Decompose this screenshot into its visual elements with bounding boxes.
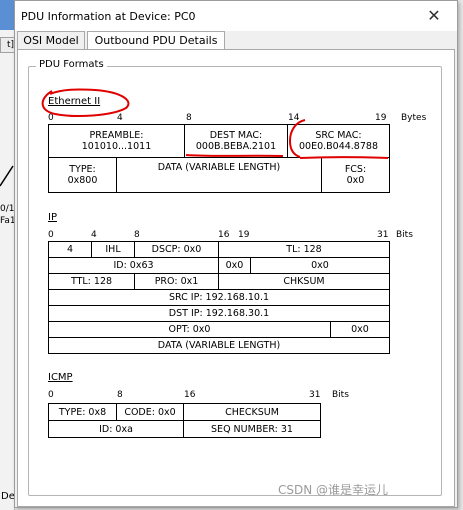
type-value: 0x800: [67, 175, 98, 186]
tab-content: PDU Formats Ethernet II 0 4 8 14 19 Byte…: [17, 49, 455, 507]
ip-ttl-field: TTL: 128: [48, 273, 135, 290]
type-label: TYPE:: [69, 164, 96, 175]
pdu-info-window: PDU Information at Device: PC0 ✕ OSI Mod…: [14, 0, 458, 508]
icmp-code-field: CODE: 0x0: [116, 403, 184, 421]
ethernet-title: Ethernet II: [48, 96, 101, 107]
ip-dst-field: DST IP: 192.168.30.1: [48, 305, 390, 322]
ethernet-tick: 8: [186, 113, 192, 123]
ethernet-data-label: DATA (VARIABLE LENGTH): [157, 162, 281, 173]
src-mac-label: SRC MAC:: [315, 130, 362, 141]
background-left-strip: [0, 0, 15, 510]
preamble-value: 101010...1011: [81, 141, 152, 152]
background-title-fragment: [0, 0, 14, 30]
preamble-field: PREAMBLE: 101010...1011: [48, 124, 185, 158]
background-label-fragment: 0/1: [0, 204, 15, 214]
ip-title: IP: [48, 212, 57, 223]
dest-mac-label: DEST MAC:: [209, 130, 263, 141]
fcs-label: FCS:: [344, 164, 367, 175]
icmp-tick: 16: [184, 390, 196, 400]
ethernet-tick: 19: [375, 113, 387, 123]
ethernet-tick: 14: [288, 113, 300, 123]
icmp-tick: 31: [309, 390, 321, 400]
fcs-value: 0x0: [346, 175, 365, 186]
icmp-checksum-field: CHECKSUM: [183, 403, 321, 421]
ethernet-tick: 4: [117, 113, 123, 123]
close-icon[interactable]: ✕: [419, 5, 449, 27]
ip-flags-field: 0x0: [218, 257, 251, 274]
ip-dscp-field: DSCP: 0x0: [134, 241, 219, 258]
ip-src-field: SRC IP: 192.168.10.1: [48, 289, 390, 306]
tab-outbound-pdu-details[interactable]: Outbound PDU Details: [87, 31, 225, 50]
ethernet-data-field: DATA (VARIABLE LENGTH): [116, 157, 322, 193]
window-title: PDU Information at Device: PC0: [21, 10, 196, 23]
icmp-type-field: TYPE: 0x8: [48, 403, 117, 421]
background-button-fragment: t]: [0, 37, 15, 53]
ip-tick: 31: [377, 230, 389, 240]
ethernet-tick: 0: [48, 113, 54, 123]
icmp-seq-field: SEQ NUMBER: 31: [183, 420, 321, 438]
ethernet-units: Bytes: [401, 113, 427, 123]
ip-protocol-field: PRO: 0x1: [134, 273, 219, 290]
ip-units: Bits: [396, 230, 413, 240]
icmp-title: ICMP: [48, 372, 73, 383]
ip-tick: 4: [91, 230, 97, 240]
dest-mac-value: 000B.BEBA.2101: [195, 141, 277, 152]
icmp-tick: 8: [117, 390, 123, 400]
ip-chksum-field: CHKSUM: [218, 273, 390, 290]
fcs-field: FCS: 0x0: [321, 157, 390, 193]
icmp-id-field: ID: 0xa: [48, 420, 184, 438]
ip-frag-offset-field: 0x0: [250, 257, 390, 274]
ip-tick: 19: [238, 230, 250, 240]
preamble-label: PREAMBLE:: [89, 130, 144, 141]
ip-tick: 16: [218, 230, 230, 240]
ip-version-field: 4: [48, 241, 92, 258]
tab-osi-model[interactable]: OSI Model: [17, 31, 85, 50]
background-bottom-fragment: De: [1, 491, 15, 502]
csdn-watermark: CSDN @谁是幸运儿: [278, 483, 389, 497]
dest-mac-field: DEST MAC: 000B.BEBA.2101: [184, 124, 288, 158]
ip-ihl-field: IHL: [91, 241, 135, 258]
title-bar[interactable]: PDU Information at Device: PC0 ✕: [15, 1, 457, 31]
ip-id-field: ID: 0x63: [48, 257, 219, 274]
ip-tick: 0: [48, 230, 54, 240]
src-mac-value: 00E0.B044.8788: [298, 141, 378, 152]
ip-tl-field: TL: 128: [218, 241, 390, 258]
pdu-formats-legend: PDU Formats: [36, 59, 107, 70]
ip-data-field: DATA (VARIABLE LENGTH): [48, 337, 390, 354]
icmp-tick: 0: [48, 390, 54, 400]
src-mac-field: SRC MAC: 00E0.B044.8788: [287, 124, 390, 158]
ip-options-field: OPT: 0x0: [48, 321, 331, 338]
ip-tick: 8: [134, 230, 140, 240]
icmp-units: Bits: [332, 390, 349, 400]
ip-padding-field: 0x0: [330, 321, 390, 338]
type-field: TYPE: 0x800: [48, 157, 117, 193]
